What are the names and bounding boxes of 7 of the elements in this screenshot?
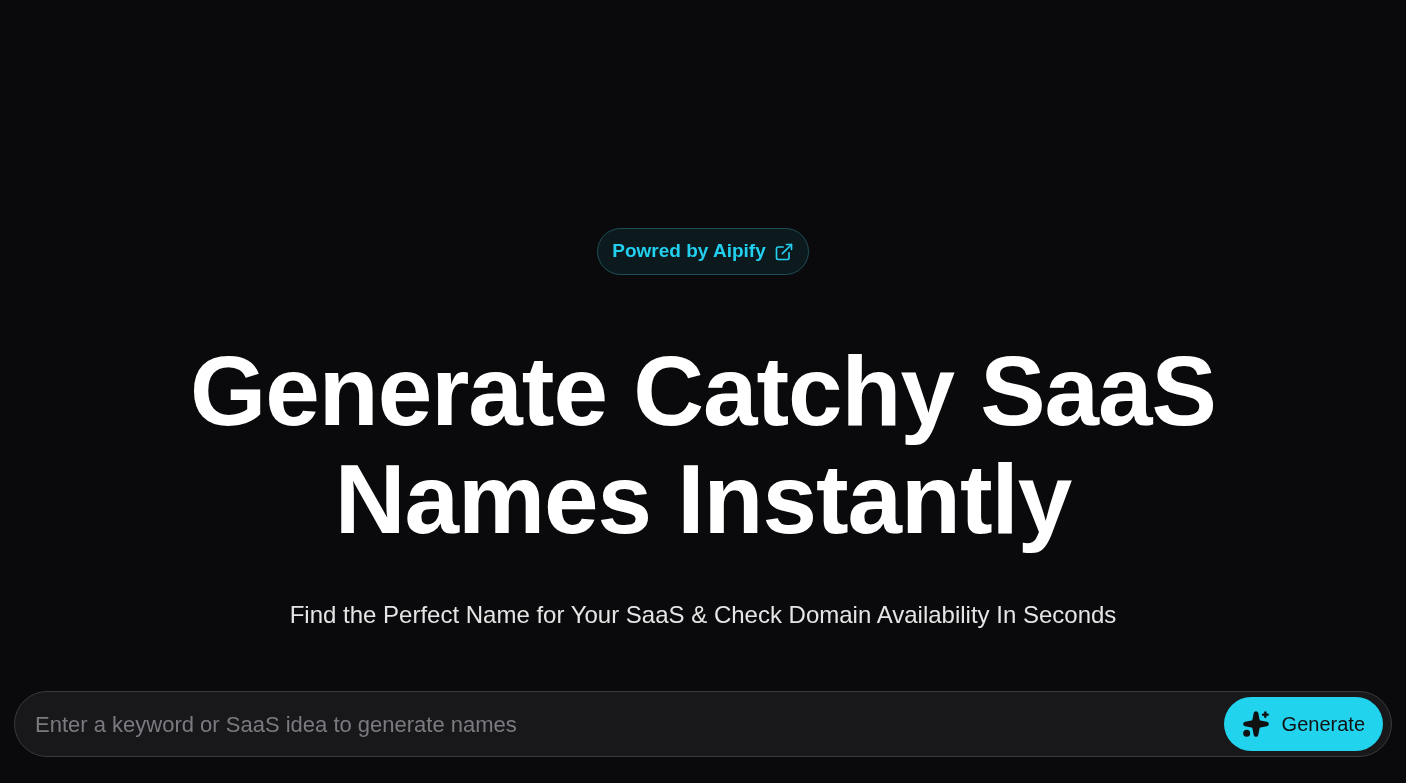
- subheading: Find the Perfect Name for Your SaaS & Check Domain Availability In Seconds: [289, 600, 1117, 630]
- sparkles-icon: [1241, 710, 1270, 738]
- external-link-icon: [773, 241, 794, 262]
- powered-by-link[interactable]: Powred by Aipify: [597, 228, 809, 275]
- generate-button[interactable]: Generate: [1223, 697, 1383, 751]
- search-field[interactable]: Enter a keyword or SaaS idea to generate names Generate: [14, 691, 1392, 757]
- hero-heading: Generate Catchy SaaS Names Instantly: [190, 337, 1216, 553]
